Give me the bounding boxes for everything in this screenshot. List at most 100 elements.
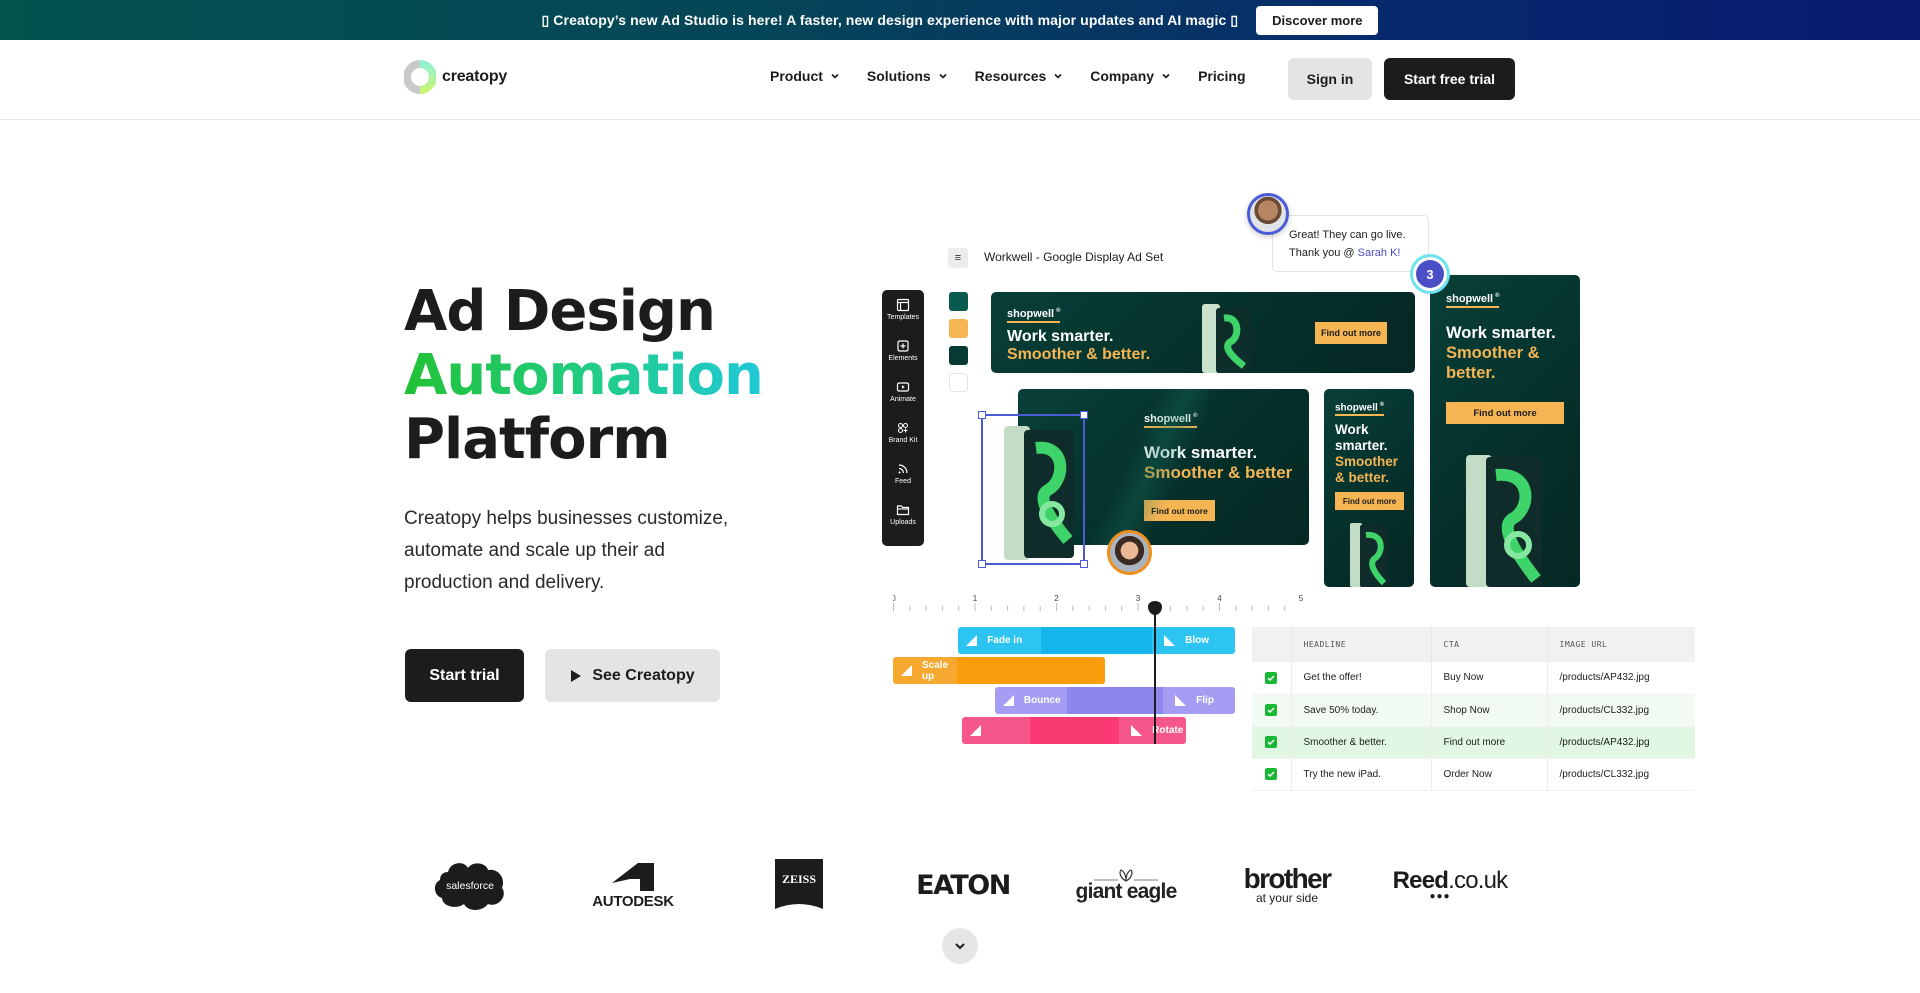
color-swatch[interactable]	[949, 319, 968, 338]
image-url-cell[interactable]: /products/CL332.jpg	[1547, 694, 1695, 727]
animation-out[interactable]: Flip	[1163, 687, 1235, 714]
row-checkbox-cell[interactable]	[1252, 662, 1292, 695]
creatopy-logo-icon	[404, 60, 436, 94]
nav-item-resources[interactable]: Resources	[975, 68, 1063, 84]
animation-track[interactable]: Scale up	[893, 657, 1105, 684]
hero-description: Creatopy helps businesses customize, aut…	[404, 508, 729, 593]
color-swatch[interactable]	[949, 373, 968, 392]
table-row[interactable]: Save 50% today. Shop Now/products/CL332.j…	[1252, 694, 1695, 727]
image-url-cell[interactable]: /products/CL332.jpg	[1547, 758, 1695, 791]
ad-subheadline: Smoother & better.	[1007, 346, 1151, 363]
tool-templates[interactable]: Templates	[887, 298, 919, 330]
timeline-ruler[interactable]: 0 1 2 3 4 5	[893, 594, 1373, 614]
animation-in[interactable]: Bounce	[995, 687, 1067, 714]
animation-hold[interactable]	[1041, 627, 1153, 654]
announcement-bar: ▯ Creatopy’s new Ad Studio is here! A fa…	[0, 0, 1920, 40]
headline-cell[interactable]: Save 50% today.	[1291, 694, 1432, 727]
nav-item-company[interactable]: Company	[1090, 68, 1170, 84]
resize-handle[interactable]	[978, 411, 986, 419]
checkbox-checked[interactable]	[1265, 704, 1277, 716]
tool-feed[interactable]: Feed	[895, 462, 911, 494]
nav-item-solutions[interactable]: Solutions	[867, 68, 947, 84]
ad-cta-button[interactable]: Find out more	[1446, 402, 1564, 424]
row-checkbox-cell[interactable]	[1252, 726, 1292, 759]
row-checkbox-cell[interactable]	[1252, 758, 1292, 791]
tool-animate[interactable]: Animate	[890, 380, 916, 412]
comment-bubble[interactable]: Great! They can go live. Thank you @ Sar…	[1272, 215, 1429, 272]
sign-in-button[interactable]: Sign in	[1288, 58, 1372, 100]
comment-line2: Thank you @ Sarah K!	[1289, 247, 1401, 259]
animation-in[interactable]	[962, 717, 1029, 744]
ad-leaderboard[interactable]: shopwell ® Work smarter. Smoother & bette…	[991, 292, 1415, 373]
table-row[interactable]: Get the offer! Buy Now/products/AP432.jpg	[1252, 662, 1695, 695]
start-trial-button[interactable]: Start trial	[405, 649, 524, 702]
color-swatch[interactable]	[949, 346, 968, 365]
row-checkbox-cell[interactable]	[1252, 694, 1292, 727]
column-header[interactable]: HEADLINE	[1291, 627, 1432, 662]
animation-track[interactable]: Rotate	[962, 717, 1187, 744]
ease-out-icon	[1175, 695, 1187, 706]
see-creatopy-button[interactable]: See Creatopy	[545, 649, 720, 702]
selection-box[interactable]	[978, 411, 1088, 568]
image-url-cell[interactable]: /products/AP432.jpg	[1547, 662, 1695, 695]
animation-out[interactable]: Blow	[1152, 627, 1235, 654]
checkbox-checked[interactable]	[1265, 671, 1277, 684]
hamburger-menu-icon[interactable]: ≡	[948, 248, 968, 268]
tool-uploads[interactable]: Uploads	[890, 503, 916, 535]
tool-brand-kit[interactable]: Brand Kit	[889, 421, 917, 453]
checkbox-checked[interactable]	[1265, 736, 1277, 748]
headline-cell[interactable]: Get the offer!	[1291, 662, 1432, 695]
creatopy-logo[interactable]: creatopy	[404, 54, 507, 100]
resize-handle[interactable]	[1080, 411, 1088, 419]
headline-cell[interactable]: Try the new iPad.	[1291, 758, 1432, 791]
animation-in[interactable]: Fade in	[958, 627, 1041, 654]
table-row[interactable]: Smoother & better. Find out more/products…	[1252, 726, 1695, 759]
resize-handle[interactable]	[978, 560, 986, 568]
animation-track[interactable]: Fade in Blow	[958, 627, 1236, 654]
ease-in-icon	[970, 725, 982, 736]
animation-hold[interactable]	[1029, 717, 1120, 744]
see-creatopy-label: See Creatopy	[592, 666, 695, 684]
data-feed-table: HEADLINE CTA IMAGE URL Get the offer! Buy…	[1252, 627, 1695, 791]
ad-skyscraper-large[interactable]: shopwell ® Work smarter. Smoother & bette…	[1430, 275, 1580, 587]
cta-cell[interactable]: Order Now	[1431, 758, 1548, 791]
mention-link[interactable]: Sarah K!	[1358, 247, 1401, 259]
ruler-tick-label: 4	[1217, 594, 1222, 603]
animation-in[interactable]: Scale up	[893, 657, 957, 684]
brother-logo: brother at your side	[1243, 863, 1332, 905]
start-free-trial-button[interactable]: Start free trial	[1384, 58, 1515, 100]
nav-item-label: Solutions	[866, 68, 931, 84]
tool-elements[interactable]: Elements	[888, 339, 918, 371]
ruler-tick-label: 1	[973, 594, 978, 603]
animation-in-label: Fade in	[987, 635, 1023, 646]
hero-title: Ad Design Automation Platform	[404, 280, 764, 472]
animation-track[interactable]: Bounce Flip	[994, 687, 1236, 714]
headline-cell[interactable]: Smoother & better.	[1291, 726, 1432, 759]
resize-handle[interactable]	[1080, 560, 1088, 568]
cta-cell[interactable]: Buy Now	[1431, 662, 1548, 695]
comment-count-badge[interactable]: 3	[1416, 260, 1444, 288]
brand-kit-icon	[897, 422, 909, 434]
nav-item-product[interactable]: Product	[770, 68, 839, 84]
cta-cell[interactable]: Find out more	[1431, 726, 1548, 759]
column-header[interactable]: IMAGE URL	[1547, 627, 1695, 662]
ad-cta-button[interactable]: Find out more	[1335, 492, 1404, 510]
ad-skyscraper-small[interactable]: shopwell ® Work smarter. Smoother & bette…	[1324, 389, 1414, 587]
cta-cell[interactable]: Shop Now	[1431, 694, 1548, 727]
image-url-cell[interactable]: /products/AP432.jpg	[1547, 726, 1695, 759]
animation-out[interactable]: Rotate	[1119, 717, 1186, 744]
table-row[interactable]: Try the new iPad. Order Now/products/CL33…	[1252, 758, 1695, 791]
scroll-down-button[interactable]	[942, 928, 978, 964]
ad-subheadline: Smoother	[1335, 454, 1399, 469]
checkbox-checked[interactable]	[1265, 768, 1277, 780]
ad-cta-button[interactable]: Find out more	[1315, 322, 1387, 344]
nav-item-pricing[interactable]: Pricing	[1198, 68, 1245, 84]
color-swatch[interactable]	[949, 292, 968, 311]
timeline-playhead[interactable]	[1153, 602, 1156, 744]
animation-hold[interactable]	[956, 657, 1105, 684]
hero-title-highlight: Automation	[404, 343, 764, 408]
animation-hold[interactable]	[1067, 687, 1164, 714]
column-header[interactable]: CTA	[1431, 627, 1548, 662]
discover-more-button[interactable]: Discover more	[1256, 5, 1379, 35]
ease-out-icon	[1131, 725, 1143, 736]
